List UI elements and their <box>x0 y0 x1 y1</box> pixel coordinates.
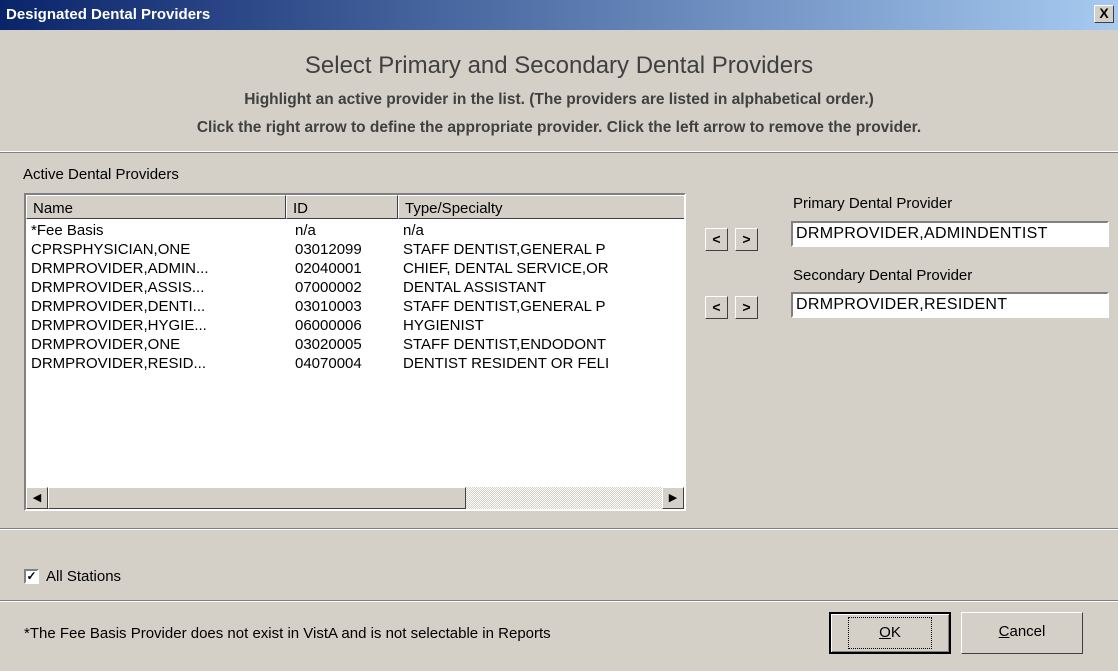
ok-label: OK <box>848 617 932 649</box>
list-item[interactable]: DRMPROVIDER,ONE 03020005 STAFF DENTIST,END… <box>26 335 684 354</box>
provider-id: 02040001 <box>295 260 362 277</box>
list-item[interactable]: DRMPROVIDER,DENTI... 03010003 STAFF DENTIS… <box>26 297 684 316</box>
provider-id: n/a <box>295 222 316 239</box>
provider-name: DRMPROVIDER,ADMIN... <box>31 260 209 277</box>
scroll-thumb[interactable] <box>48 487 466 509</box>
provider-name: DRMPROVIDER,ONE <box>31 336 181 353</box>
divider <box>0 601 1118 602</box>
horizontal-scrollbar[interactable]: ◀ ▶ <box>26 487 684 509</box>
provider-id: 03010003 <box>295 298 362 315</box>
list-item[interactable]: CPRSPHYSICIAN,ONE 03012099 STAFF DENTIST,G… <box>26 240 684 259</box>
provider-name: DRMPROVIDER,DENTI... <box>31 298 206 315</box>
provider-id: 03012099 <box>295 241 362 258</box>
close-button[interactable]: X <box>1094 5 1114 23</box>
cancel-label: Cancel <box>998 623 1046 640</box>
secondary-provider-field[interactable]: DRMPROVIDER,RESIDENT <box>791 292 1109 318</box>
secondary-provider-label: Secondary Dental Provider <box>793 267 973 284</box>
add-secondary-button[interactable]: > <box>735 296 758 319</box>
provider-name: DRMPROVIDER,ASSIS... <box>31 279 205 296</box>
all-stations-label[interactable]: All Stations <box>46 568 121 585</box>
arrow-left-icon: < <box>712 299 721 315</box>
instruction-line-1: Highlight an active provider in the list… <box>244 91 874 108</box>
provider-type: STAFF DENTIST,GENERAL P <box>403 241 606 258</box>
provider-type: DENTIST RESIDENT OR FELI <box>403 355 610 372</box>
scroll-right-button[interactable]: ▶ <box>662 487 684 509</box>
fee-basis-note: *The Fee Basis Provider does not exist i… <box>24 625 551 642</box>
all-stations-checkbox[interactable]: ✓ <box>24 569 39 584</box>
page-heading: Select Primary and Secondary Dental Prov… <box>304 52 814 79</box>
list-item[interactable]: DRMPROVIDER,RESID... 04070004 DENTIST RESI… <box>26 354 684 373</box>
list-body: *Fee Basis n/a n/a CPRSPHYSICIAN,ONE 030120… <box>26 221 684 373</box>
cancel-button[interactable]: Cancel <box>961 612 1083 654</box>
providers-list-label: Active Dental Providers <box>23 166 179 183</box>
window-title: Designated Dental Providers <box>6 6 211 23</box>
provider-name: CPRSPHYSICIAN,ONE <box>31 241 191 258</box>
scroll-left-button[interactable]: ◀ <box>26 487 48 509</box>
provider-id: 03020005 <box>295 336 362 353</box>
triangle-left-icon: ◀ <box>32 492 42 504</box>
remove-secondary-button[interactable]: < <box>705 296 728 319</box>
instruction-line-2: Click the right arrow to define the appr… <box>196 119 922 136</box>
provider-id: 07000002 <box>295 279 362 296</box>
provider-type: DENTAL ASSISTANT <box>403 279 547 296</box>
checkmark-icon: ✓ <box>26 569 37 583</box>
primary-provider-label: Primary Dental Provider <box>793 195 953 212</box>
provider-type: CHIEF, DENTAL SERVICE,OR <box>403 260 609 277</box>
column-header-name[interactable]: Name <box>26 195 286 219</box>
provider-type: n/a <box>403 222 424 239</box>
instructions-panel: Select Primary and Secondary Dental Prov… <box>0 30 1118 153</box>
provider-id: 04070004 <box>295 355 362 372</box>
provider-name: DRMPROVIDER,RESID... <box>31 355 207 372</box>
arrow-right-icon: > <box>742 231 751 247</box>
column-header-id[interactable]: ID <box>286 195 398 219</box>
triangle-right-icon: ▶ <box>668 492 678 504</box>
provider-type: STAFF DENTIST,GENERAL P <box>403 298 606 315</box>
ok-button[interactable]: OK <box>829 612 951 654</box>
list-item[interactable]: DRMPROVIDER,ASSIS... 07000002 DENTAL ASSIS… <box>26 278 684 297</box>
title-bar: Designated Dental Providers X <box>0 0 1118 30</box>
close-icon: X <box>1099 5 1109 21</box>
provider-name: *Fee Basis <box>31 222 104 239</box>
add-primary-button[interactable]: > <box>735 228 758 251</box>
divider <box>0 151 1118 152</box>
primary-provider-field[interactable]: DRMPROVIDER,ADMINDENTIST <box>791 221 1109 247</box>
list-item[interactable]: DRMPROVIDER,HYGIE... 06000006 HYGIENIST <box>26 316 684 335</box>
list-header: Name ID Type/Specialty <box>26 195 684 219</box>
provider-type: STAFF DENTIST,ENDODONT <box>403 336 607 353</box>
column-header-type[interactable]: Type/Specialty <box>398 195 684 219</box>
provider-name: DRMPROVIDER,HYGIE... <box>31 317 207 334</box>
arrow-right-icon: > <box>742 299 751 315</box>
providers-list[interactable]: Name ID Type/Specialty *Fee Basis n/a n/a … <box>24 193 686 511</box>
list-item[interactable]: DRMPROVIDER,ADMIN... 02040001 CHIEF, DENTA… <box>26 259 684 278</box>
provider-id: 06000006 <box>295 317 362 334</box>
list-item[interactable]: *Fee Basis n/a n/a <box>26 221 684 240</box>
divider <box>0 529 1118 530</box>
arrow-left-icon: < <box>712 231 721 247</box>
remove-primary-button[interactable]: < <box>705 228 728 251</box>
provider-type: HYGIENIST <box>403 317 484 334</box>
